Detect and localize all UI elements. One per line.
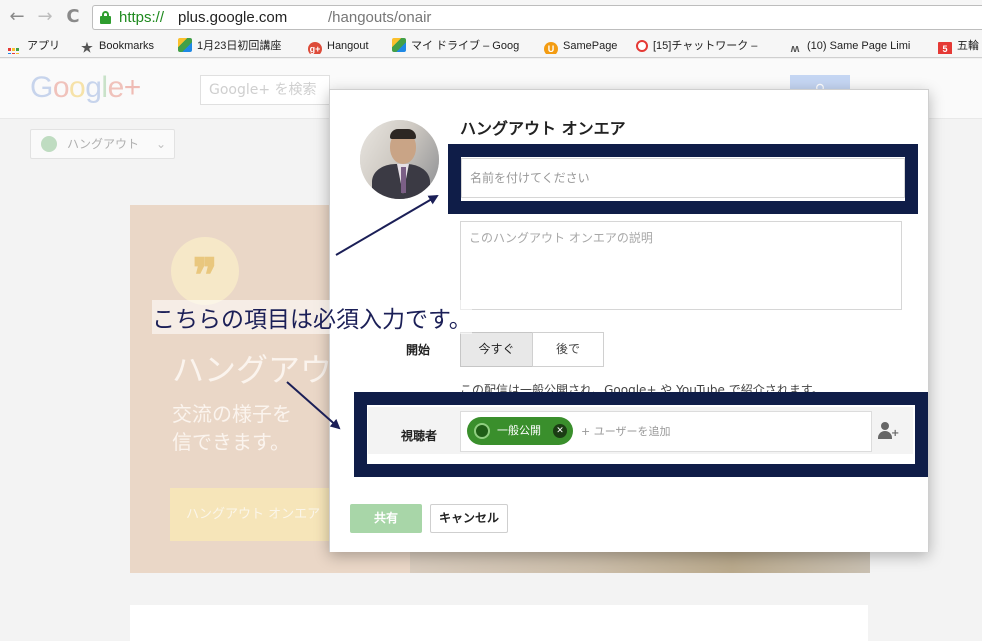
drive-icon <box>392 38 406 52</box>
hero-text-line: 信できます。 <box>172 430 290 454</box>
bookmark-gorin[interactable]: 5 五輪 <box>938 38 982 54</box>
dialog-title: ハングアウト オンエア <box>460 119 626 138</box>
star-icon: ★ <box>81 40 93 55</box>
browser-toolbar: ← → C https:// plus.google.com /hangouts… <box>0 0 982 34</box>
audience-field[interactable]: 一般公開 ✕ + ユーザーを追加 <box>460 411 872 452</box>
person-add-icon[interactable]: + <box>878 422 899 440</box>
globe-icon <box>474 423 490 439</box>
audience-label: 視聴者 <box>401 429 438 443</box>
bookmark-bookmarks[interactable]: ★ Bookmarks <box>80 38 154 54</box>
bookmark-label: Hangout <box>327 40 369 52</box>
bookmark-samepage[interactable]: U SamePage <box>544 38 617 54</box>
drive-icon <box>178 38 192 52</box>
hangout-menu-label: ハングアウト <box>67 137 140 151</box>
start-now-button[interactable]: 今すぐ <box>460 332 533 367</box>
bookmark-label: SamePage <box>563 40 618 52</box>
address-bar[interactable]: https:// plus.google.com /hangouts/onair <box>92 5 982 30</box>
quote-icon: ❞ <box>171 237 239 305</box>
content-card <box>130 605 868 641</box>
start-later-button[interactable]: 後で <box>532 332 604 367</box>
required-fields-annotation: こちらの項目は必須入力です。 <box>152 300 472 334</box>
bookmark-label: [15]チャットワーク – <box>653 40 758 52</box>
bookmark-my-drive[interactable]: マイ ドライブ – Goog <box>392 38 526 54</box>
hero-description: 交流の様子を 信できます。 <box>172 400 292 456</box>
add-user-input[interactable]: + ユーザーを追加 <box>581 412 671 452</box>
back-arrow-icon: ← <box>9 6 25 27</box>
google-plus-logo[interactable]: Google+ <box>30 71 141 105</box>
hangout-menu[interactable]: ハングアウト ⌄ <box>30 129 175 159</box>
bookmark-course[interactable]: 1月23日初回講座 <box>178 38 281 54</box>
bookmark-chatwork[interactable]: [15]チャットワーク – <box>636 38 770 54</box>
back-button[interactable]: ← <box>6 6 28 28</box>
bookmark-samepage-limited[interactable]: ʍ (10) Same Page Limi <box>788 38 922 54</box>
lock-icon <box>100 11 111 24</box>
bookmark-label: マイ ドライブ – Goog <box>411 40 520 52</box>
hero-title: ハングアウ <box>172 351 333 389</box>
bookmark-label: 五輪 <box>957 40 979 52</box>
forward-arrow-icon: → <box>37 6 53 27</box>
broadcast-name-input[interactable]: 名前を付けてください <box>461 158 905 198</box>
dialog-footer: 共有 キャンセル <box>330 482 928 552</box>
bookmark-label: アプリ <box>27 40 60 52</box>
samepage-limited-icon: ʍ <box>790 43 800 54</box>
chevron-down-icon: ⌄ <box>155 137 166 151</box>
google-plus-icon: g+ <box>308 42 322 54</box>
start-label: 開始 <box>406 343 431 357</box>
share-button[interactable]: 共有 <box>350 504 422 533</box>
gplus-search-input[interactable]: Google+ を検索 <box>200 75 330 105</box>
remove-chip-icon[interactable]: ✕ <box>553 424 567 438</box>
chip-label: 一般公開 <box>497 424 541 437</box>
url-scheme: https:// <box>119 9 165 26</box>
samepage-icon: U <box>544 42 558 54</box>
hangout-icon <box>41 136 57 152</box>
bookmarks-bar: アプリ ★ Bookmarks 1月23日初回講座 g+ Hangout マイ ドラ… <box>0 34 982 58</box>
chatwork-icon <box>636 40 648 52</box>
public-audience-chip[interactable]: 一般公開 ✕ <box>467 417 573 445</box>
bookmark-label: 1月23日初回講座 <box>197 40 282 52</box>
bookmark-label: Bookmarks <box>99 40 155 52</box>
url-path: /hangouts/onair <box>328 9 432 26</box>
hero-text-line: 交流の様子を <box>172 402 292 426</box>
broadcast-description-input[interactable]: このハングアウト オンエアの説明 <box>460 221 902 310</box>
apps-icon <box>8 48 21 54</box>
gorin-icon: 5 <box>938 42 952 54</box>
bookmark-apps[interactable]: アプリ <box>8 38 60 54</box>
reload-icon: C <box>66 6 80 27</box>
cancel-button[interactable]: キャンセル <box>430 504 508 533</box>
reload-button[interactable]: C <box>62 6 84 28</box>
url-host: plus.google.com <box>178 9 288 26</box>
bookmark-label: (10) Same Page Limi <box>807 40 911 52</box>
forward-button[interactable]: → <box>34 6 56 28</box>
bookmark-hangout[interactable]: g+ Hangout <box>308 38 369 54</box>
avatar <box>360 120 439 199</box>
